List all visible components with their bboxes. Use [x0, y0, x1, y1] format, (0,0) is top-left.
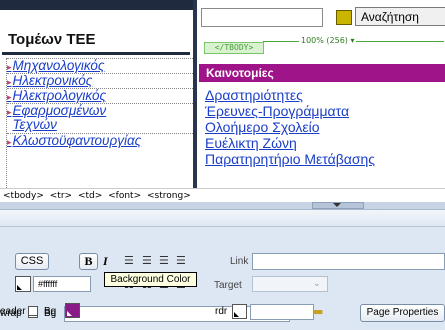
panel-header — [0, 210, 445, 227]
text-color-input[interactable]: #ffffff — [33, 276, 91, 292]
sectors-column: Τομέων ΤΕΕ ▸Μηχανολογικός ▸Ηλεκτρονικός … — [0, 0, 194, 188]
align-center-icon[interactable]: ☰ — [142, 255, 152, 267]
border-label: rdr — [215, 306, 228, 317]
search-button[interactable]: Αναζήτηση — [355, 7, 445, 26]
header-checkbox[interactable] — [28, 306, 38, 316]
tag-font[interactable]: <font> — [108, 191, 141, 201]
tag-td[interactable]: <td> — [78, 191, 102, 201]
innovation-link[interactable]: Παρατηρητήριο Μετάβασης — [205, 151, 375, 167]
sectors-list: ▸Μηχανολογικός ▸Ηλεκτρονικός ▸Ηλεκτρολογ… — [6, 58, 194, 188]
border-color-input[interactable] — [250, 304, 314, 320]
sector-link[interactable]: ▸Εφαρμοσμένων — [7, 103, 193, 118]
chevron-down-icon[interactable]: ⌄ — [313, 278, 321, 290]
table-width-label[interactable]: 100% (256) ▾ — [299, 36, 357, 45]
search-input[interactable] — [201, 8, 323, 27]
sector-link[interactable]: ▸Ηλεκτρολογικός — [7, 88, 193, 103]
bold-button[interactable]: B — [79, 253, 98, 270]
border-color-picker[interactable] — [232, 304, 247, 319]
innovation-link[interactable]: Ευέλικτη Ζώνη — [205, 135, 297, 151]
innovations-header: Καινοτομίες — [199, 64, 445, 82]
panel-collapse-bar[interactable] — [0, 202, 445, 210]
sector-link[interactable]: ▸Ηλεκτρονικός — [7, 73, 193, 88]
bg-color-picker[interactable] — [65, 303, 80, 318]
tbody-marker: </TBODY> — [204, 42, 264, 54]
innovation-link[interactable]: Δραστηριότητες — [205, 87, 303, 103]
background-color-tooltip: Background Color — [104, 272, 197, 287]
sectors-title: Τομέων ΤΕΕ — [8, 31, 96, 48]
collapse-arrow-icon[interactable] — [333, 203, 341, 207]
tag-selector: <tbody> <tr> <td> <font> <strong> — [0, 188, 445, 202]
sector-link[interactable]: ▸Μηχανολογικός — [7, 58, 193, 73]
bg-color-label: Bg — [44, 306, 57, 317]
text-color-picker[interactable] — [15, 276, 31, 292]
link-label: Link — [230, 256, 249, 267]
target-label: Target — [214, 280, 242, 291]
tag-strong[interactable]: <strong> — [147, 191, 191, 201]
header-bar — [0, 0, 193, 10]
tag-tbody[interactable]: <tbody> — [3, 191, 44, 201]
sector-link[interactable]: ▸Κλωστοϋφαντουργίας — [7, 133, 193, 148]
title-rule — [2, 52, 190, 55]
link-input[interactable] — [252, 253, 445, 270]
header-label: eader — [0, 306, 26, 317]
tag-tr[interactable]: <tr> — [50, 191, 72, 201]
innovation-link[interactable]: Έρευνες-Προγράμματα — [205, 103, 349, 119]
design-view[interactable]: Τομέων ΤΕΕ ▸Μηχανολογικός ▸Ηλεκτρονικός … — [0, 0, 445, 188]
page-properties-button[interactable]: Page Properties — [360, 304, 445, 322]
innovation-link[interactable]: Ολοήμερο Σχολείο — [205, 119, 319, 135]
css-button[interactable]: CSS — [15, 253, 49, 270]
search-icon[interactable] — [336, 10, 352, 25]
align-right-icon[interactable]: ☰ — [159, 255, 169, 267]
content-column: Αναζήτηση </TBODY> 100% (256) ▾ Καινοτομ… — [197, 0, 445, 188]
italic-button[interactable]: I — [103, 254, 108, 269]
folder-icon[interactable]: ▬ — [313, 306, 323, 318]
sector-link-cont[interactable]: ▸Τεχνών — [7, 118, 193, 132]
align-left-icon[interactable]: ☰ — [124, 255, 134, 267]
justify-icon[interactable]: ☰ — [176, 255, 186, 267]
